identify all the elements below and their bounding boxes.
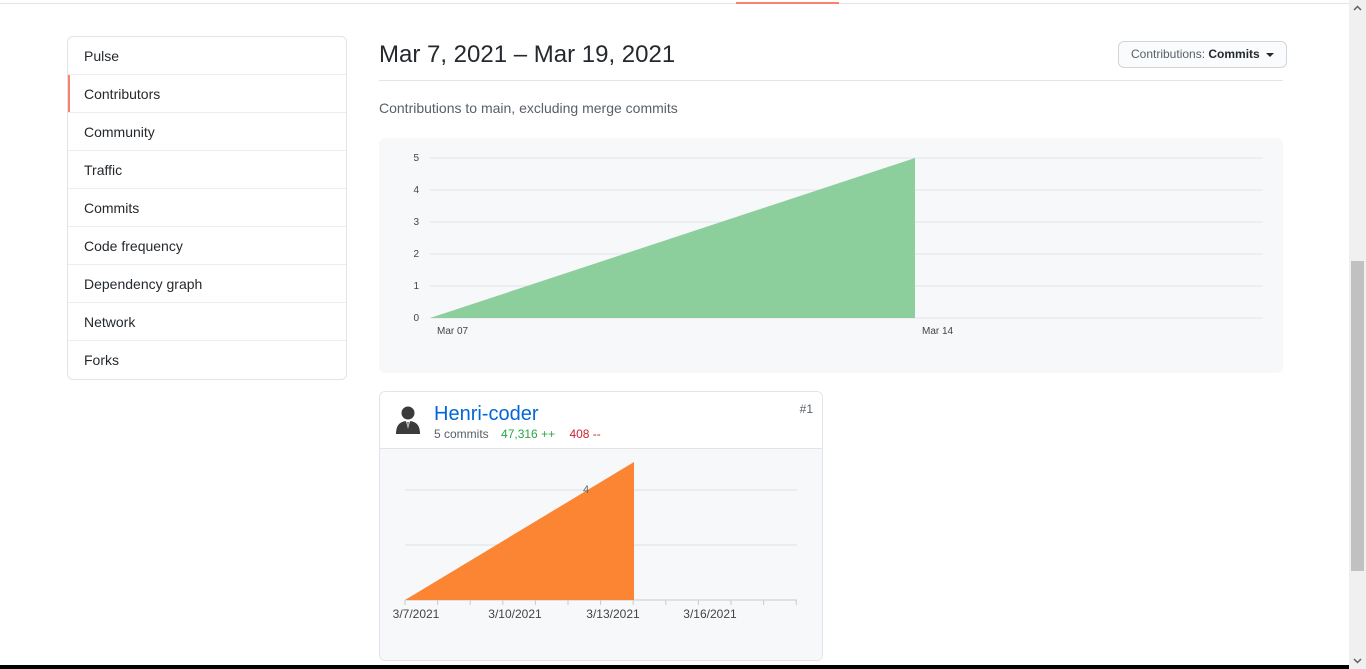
contributions-chart-svg: 0 1 2 3 4 5 Mar 07 Mar 14 xyxy=(413,153,1263,337)
contributor-area xyxy=(405,462,634,600)
commit-count[interactable]: 5 commits xyxy=(434,427,489,441)
deletions-count: 408 -- xyxy=(569,427,601,441)
additions-count: 47,316 ++ xyxy=(501,427,556,441)
y-tick-label: 3 xyxy=(413,217,419,228)
y-tick-label: 4 xyxy=(413,185,419,196)
active-tab-indicator xyxy=(736,2,839,4)
sidebar-item-code-frequency[interactable]: Code frequency xyxy=(68,227,346,265)
contributions-value: Commits xyxy=(1208,47,1260,61)
x-tick-label: 3/16/2021 xyxy=(683,607,737,621)
contributions-subtitle: Contributions to main, excluding merge c… xyxy=(379,100,678,116)
contributor-chart-svg: 4 3/7/2021 3/10/2021 3/13/2021 3/16/2021 xyxy=(393,462,797,621)
avatar-icon[interactable] xyxy=(395,405,421,435)
x-tick-label: 3/13/2021 xyxy=(586,607,640,621)
insights-sidebar-menu: Pulse Contributors Community Traffic Commits… xyxy=(67,36,347,380)
contributions-chart: 0 1 2 3 4 5 Mar 07 Mar 14 xyxy=(379,138,1283,373)
sidebar-item-community[interactable]: Community xyxy=(68,113,346,151)
sidebar-item-dependency-graph[interactable]: Dependency graph xyxy=(68,265,346,303)
sidebar-item-traffic[interactable]: Traffic xyxy=(68,151,346,189)
contributions-area xyxy=(430,158,915,318)
x-tick-label: Mar 14 xyxy=(922,326,954,337)
y-tick-label: 4 xyxy=(583,484,589,496)
y-tick-label: 0 xyxy=(413,313,419,324)
scroll-down-arrow-icon[interactable] xyxy=(1349,652,1366,669)
sidebar-item-contributors[interactable]: Contributors xyxy=(68,75,346,113)
sidebar-item-pulse[interactable]: Pulse xyxy=(68,37,346,75)
y-tick-label: 2 xyxy=(413,249,419,260)
header-divider xyxy=(379,80,1283,81)
contributor-rank: #1 xyxy=(799,402,813,416)
contributor-stats: 5 commits 47,316 ++ 408 -- xyxy=(434,427,601,441)
scroll-up-arrow-icon[interactable] xyxy=(1349,0,1366,17)
sidebar-item-forks[interactable]: Forks xyxy=(68,341,346,379)
caret-down-icon xyxy=(1266,52,1275,57)
y-tick-label: 1 xyxy=(413,281,419,292)
x-tick-label: Mar 07 xyxy=(437,326,469,337)
vertical-scrollbar[interactable] xyxy=(1349,0,1366,669)
contributor-name-link[interactable]: Henri-coder xyxy=(434,403,538,426)
contributions-type-dropdown[interactable]: Contributions: Commits xyxy=(1118,41,1288,68)
contributions-label: Contributions: xyxy=(1131,47,1206,61)
scrollbar-thumb[interactable] xyxy=(1351,261,1364,571)
contributor-card-header: Henri-coder 5 commits 47,316 ++ 408 -- #… xyxy=(380,392,822,449)
x-tick-label: 3/10/2021 xyxy=(488,607,542,621)
contributor-card: Henri-coder 5 commits 47,316 ++ 408 -- #… xyxy=(379,391,823,661)
date-range-title: Mar 7, 2021 – Mar 19, 2021 xyxy=(379,41,676,68)
contributor-chart: 4 3/7/2021 3/10/2021 3/13/2021 3/16/2021 xyxy=(380,449,822,660)
sidebar-item-commits[interactable]: Commits xyxy=(68,189,346,227)
sidebar-item-network[interactable]: Network xyxy=(68,303,346,341)
top-border xyxy=(0,0,1350,4)
y-tick-label: 5 xyxy=(413,153,419,164)
taskbar-edge xyxy=(0,665,1349,669)
x-tick-label: 3/7/2021 xyxy=(393,607,440,621)
